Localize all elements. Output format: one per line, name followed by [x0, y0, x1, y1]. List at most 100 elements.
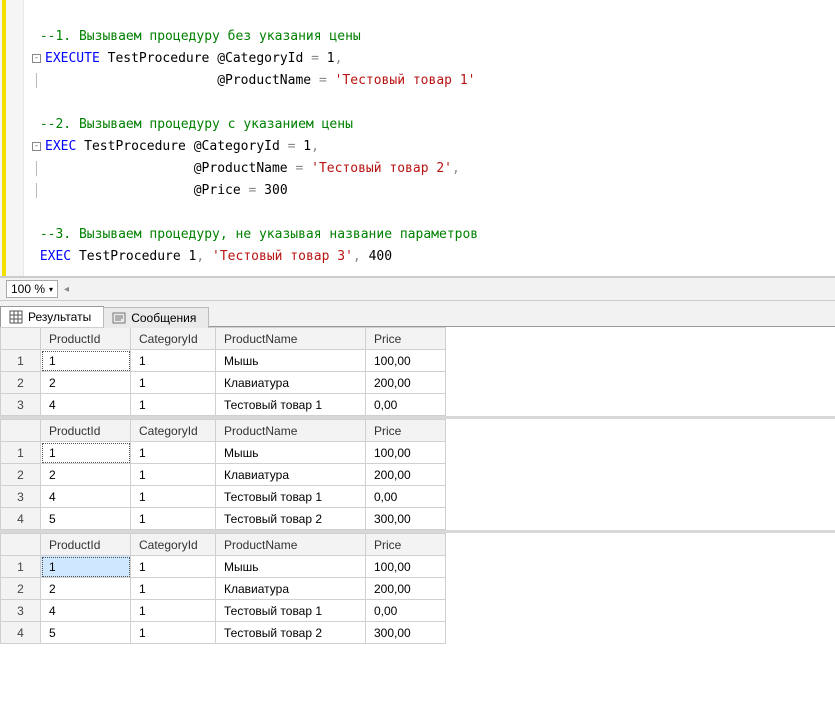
col-header-productname[interactable]: ProductName — [216, 420, 366, 442]
proc-name: TestProcedure — [84, 139, 186, 154]
zoom-value: 100 % — [11, 282, 45, 296]
cell-productid[interactable]: 4 — [41, 600, 131, 622]
row-header[interactable]: 2 — [1, 372, 41, 394]
col-header-productid[interactable]: ProductId — [41, 420, 131, 442]
col-header-price[interactable]: Price — [366, 420, 446, 442]
cell-productid[interactable]: 4 — [41, 394, 131, 416]
cell-productid[interactable]: 4 — [41, 486, 131, 508]
table-row[interactable]: 2 2 1 Клавиатура 200,00 — [1, 372, 835, 394]
row-header[interactable]: 4 — [1, 508, 41, 530]
table-row[interactable]: 4 5 1 Тестовый товар 2 300,00 — [1, 622, 835, 644]
cell-productid[interactable]: 5 — [41, 622, 131, 644]
cell-price[interactable]: 300,00 — [366, 622, 446, 644]
row-header[interactable]: 4 — [1, 622, 41, 644]
cell-productid[interactable]: 2 — [41, 578, 131, 600]
param-productname: @ProductName — [217, 73, 311, 88]
cell-categoryid[interactable]: 1 — [131, 622, 216, 644]
cell-productname[interactable]: Тестовый товар 2 — [216, 622, 366, 644]
header-row: ProductId CategoryId ProductName Price — [1, 328, 835, 350]
collapse-icon[interactable]: - — [32, 142, 41, 151]
col-header-price[interactable]: Price — [366, 534, 446, 556]
cell-productid[interactable]: 1 — [41, 556, 131, 578]
table-row[interactable]: 2 2 1 Клавиатура 200,00 — [1, 464, 835, 486]
col-header-price[interactable]: Price — [366, 328, 446, 350]
col-header-productname[interactable]: ProductName — [216, 534, 366, 556]
comment-3: --3. Вызываем процедуру, не указывая наз… — [40, 227, 478, 242]
string-literal: 'Тестовый товар 2' — [311, 161, 452, 176]
sql-editor[interactable]: --1. Вызываем процедуру без указания цен… — [0, 0, 835, 277]
row-header[interactable]: 1 — [1, 350, 41, 372]
cell-price[interactable]: 200,00 — [366, 372, 446, 394]
editor-gutter — [0, 0, 24, 276]
tab-messages[interactable]: Сообщения — [103, 307, 209, 328]
cell-categoryid[interactable]: 1 — [131, 486, 216, 508]
cell-productid[interactable]: 1 — [41, 350, 131, 372]
cell-categoryid[interactable]: 1 — [131, 394, 216, 416]
col-header-productid[interactable]: ProductId — [41, 534, 131, 556]
table-row[interactable]: 1 1 1 Мышь 100,00 — [1, 556, 835, 578]
operator-eq: = — [295, 161, 303, 176]
cell-price[interactable]: 0,00 — [366, 394, 446, 416]
cell-productid[interactable]: 5 — [41, 508, 131, 530]
cell-categoryid[interactable]: 1 — [131, 508, 216, 530]
cell-categoryid[interactable]: 1 — [131, 442, 216, 464]
cell-productname[interactable]: Клавиатура — [216, 372, 366, 394]
cell-productname[interactable]: Клавиатура — [216, 464, 366, 486]
cell-categoryid[interactable]: 1 — [131, 350, 216, 372]
cell-categoryid[interactable]: 1 — [131, 578, 216, 600]
cell-productname[interactable]: Клавиатура — [216, 578, 366, 600]
col-header-productname[interactable]: ProductName — [216, 328, 366, 350]
row-header[interactable]: 1 — [1, 556, 41, 578]
cell-categoryid[interactable]: 1 — [131, 600, 216, 622]
cell-categoryid[interactable]: 1 — [131, 372, 216, 394]
cell-productname[interactable]: Тестовый товар 1 — [216, 394, 366, 416]
keyword-execute: EXECUTE — [45, 51, 100, 66]
table-row[interactable]: 2 2 1 Клавиатура 200,00 — [1, 578, 835, 600]
table-row[interactable]: 1 1 1 Мышь 100,00 — [1, 350, 835, 372]
tab-results[interactable]: Результаты — [0, 306, 104, 327]
row-header[interactable]: 3 — [1, 486, 41, 508]
col-header-categoryid[interactable]: CategoryId — [131, 420, 216, 442]
cell-price[interactable]: 0,00 — [366, 600, 446, 622]
cell-productid[interactable]: 2 — [41, 464, 131, 486]
cell-price[interactable]: 200,00 — [366, 464, 446, 486]
table-row[interactable]: 4 5 1 Тестовый товар 2 300,00 — [1, 508, 835, 530]
comment-2: --2. Вызываем процедуру с указанием цены — [40, 117, 353, 132]
row-header[interactable]: 3 — [1, 394, 41, 416]
col-header-productid[interactable]: ProductId — [41, 328, 131, 350]
table-row[interactable]: 3 4 1 Тестовый товар 1 0,00 — [1, 600, 835, 622]
table-row[interactable]: 3 4 1 Тестовый товар 1 0,00 — [1, 394, 835, 416]
code-content[interactable]: --1. Вызываем процедуру без указания цен… — [24, 0, 835, 276]
messages-icon — [112, 311, 126, 325]
cell-categoryid[interactable]: 1 — [131, 464, 216, 486]
row-header[interactable]: 1 — [1, 442, 41, 464]
cell-price[interactable]: 100,00 — [366, 350, 446, 372]
cell-productid[interactable]: 1 — [41, 442, 131, 464]
table-row[interactable]: 1 1 1 Мышь 100,00 — [1, 442, 835, 464]
cell-productname[interactable]: Мышь — [216, 350, 366, 372]
cell-productid[interactable]: 2 — [41, 372, 131, 394]
cell-price[interactable]: 200,00 — [366, 578, 446, 600]
table-row[interactable]: 3 4 1 Тестовый товар 1 0,00 — [1, 486, 835, 508]
cell-price[interactable]: 100,00 — [366, 442, 446, 464]
proc-name: TestProcedure — [79, 249, 181, 264]
cell-productname[interactable]: Мышь — [216, 556, 366, 578]
collapse-icon[interactable]: - — [32, 54, 41, 63]
col-header-categoryid[interactable]: CategoryId — [131, 534, 216, 556]
cell-price[interactable]: 300,00 — [366, 508, 446, 530]
cell-price[interactable]: 0,00 — [366, 486, 446, 508]
cell-productname[interactable]: Тестовый товар 2 — [216, 508, 366, 530]
cell-productname[interactable]: Мышь — [216, 442, 366, 464]
scroll-left-icon[interactable]: ◂ — [64, 284, 69, 295]
zoom-bar: 100 % ▾ ◂ — [0, 277, 835, 301]
cell-categoryid[interactable]: 1 — [131, 556, 216, 578]
zoom-dropdown[interactable]: 100 % ▾ — [6, 280, 58, 298]
row-header[interactable]: 2 — [1, 578, 41, 600]
cell-price[interactable]: 100,00 — [366, 556, 446, 578]
row-header[interactable]: 2 — [1, 464, 41, 486]
cell-productname[interactable]: Тестовый товар 1 — [216, 600, 366, 622]
cell-productname[interactable]: Тестовый товар 1 — [216, 486, 366, 508]
col-header-categoryid[interactable]: CategoryId — [131, 328, 216, 350]
comma: , — [311, 139, 319, 154]
row-header[interactable]: 3 — [1, 600, 41, 622]
